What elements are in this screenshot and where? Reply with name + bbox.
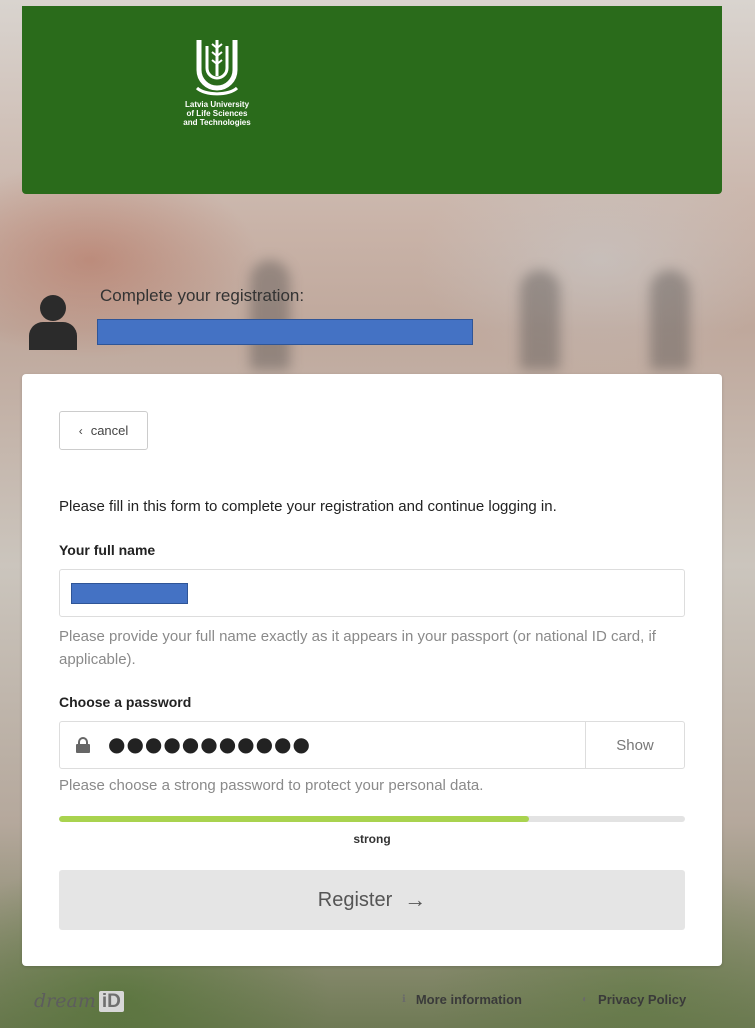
background-window [650, 270, 690, 370]
lock-icon [76, 737, 90, 753]
register-button[interactable]: Register → [59, 870, 685, 930]
arrow-right-icon: → [404, 887, 427, 912]
user-avatar-icon [29, 295, 77, 350]
shield-icon: ◐ [582, 994, 589, 1005]
cancel-button[interactable]: ‹ cancel [59, 411, 148, 450]
page-footer: dream iD ℹ More information ◐ Privacy Pol… [0, 984, 755, 1020]
info-icon: ℹ [402, 994, 406, 1005]
privacy-policy-link[interactable]: ◐ Privacy Policy [582, 992, 686, 1007]
register-label: Register [317, 888, 393, 911]
brand-id: iD [98, 991, 124, 1012]
university-name-line: of Life Sciences [186, 109, 248, 118]
background-window [520, 270, 560, 370]
show-password-button[interactable]: Show [585, 722, 684, 768]
redacted-name [71, 583, 188, 604]
password-field[interactable]: ●●●●●●●●●●● Show [59, 721, 685, 769]
university-name-line: Latvia University [184, 100, 250, 109]
redacted-email [97, 319, 473, 345]
password-strength-label: strong [353, 832, 391, 846]
university-name: Latvia University of Life Sciences and T… [162, 100, 272, 127]
background-window [250, 260, 290, 370]
dreamid-logo: dream iD [34, 990, 124, 1013]
university-emblem-icon [195, 40, 239, 96]
form-intro: Please fill in this form to complete you… [59, 498, 557, 515]
full-name-label: Your full name [59, 542, 156, 558]
page-header: Latvia University of Life Sciences and T… [22, 6, 722, 194]
password-value: ●●●●●●●●●●● [108, 732, 311, 756]
university-name-line: and Technologies [183, 118, 251, 127]
chevron-left-icon: ‹ [78, 423, 83, 438]
registration-title: Complete your registration: [100, 286, 305, 305]
password-help: Please choose a strong password to prote… [59, 777, 484, 794]
cancel-label: cancel [90, 423, 129, 438]
password-label: Choose a password [59, 694, 192, 710]
registration-card: ‹ cancel Please fill in this form to com… [22, 374, 722, 966]
privacy-policy-label: Privacy Policy [598, 992, 687, 1007]
password-strength-meter [59, 816, 685, 822]
full-name-help: Please provide your full name exactly as… [59, 628, 656, 668]
university-logo: Latvia University of Life Sciences and T… [162, 36, 272, 127]
password-strength-fill [59, 816, 529, 822]
more-information-label: More information [415, 992, 522, 1007]
more-information-link[interactable]: ℹ More information [402, 992, 522, 1007]
full-name-input[interactable] [59, 569, 685, 617]
brand-word: dream [34, 990, 96, 1012]
